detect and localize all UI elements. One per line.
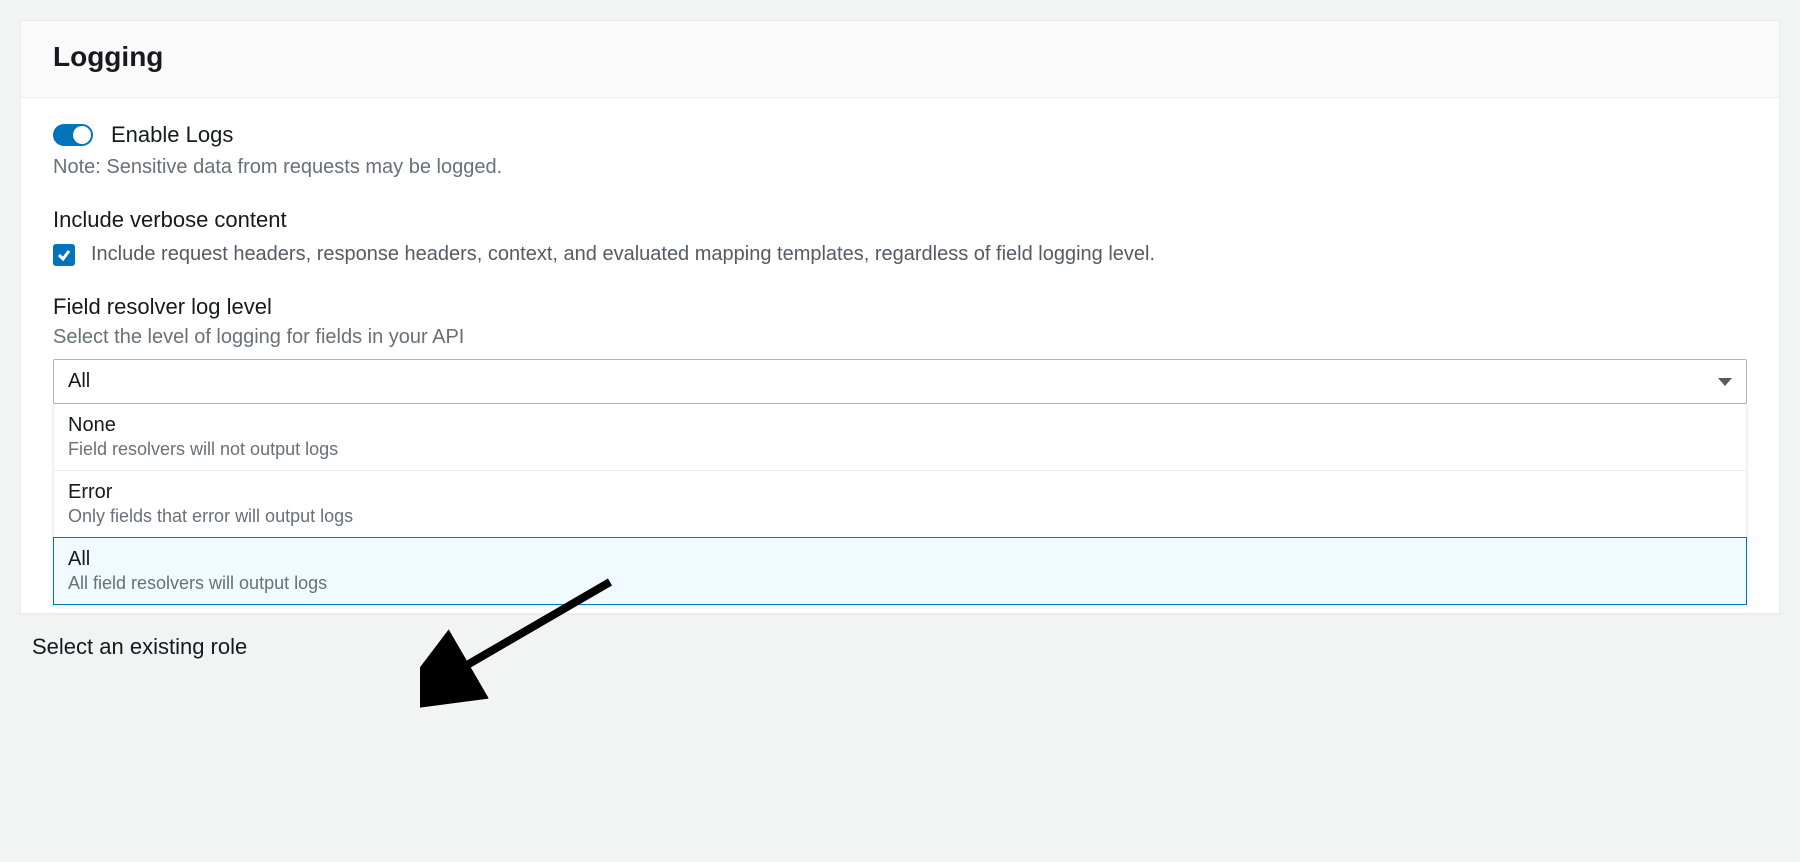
log-level-title: Field resolver log level bbox=[53, 294, 1747, 320]
verbose-title: Include verbose content bbox=[53, 207, 1747, 233]
verbose-section: Include verbose content Include request … bbox=[53, 207, 1747, 266]
caret-down-icon bbox=[1718, 378, 1732, 386]
panel-title: Logging bbox=[53, 41, 1747, 73]
log-level-select[interactable]: All bbox=[53, 359, 1747, 404]
verbose-checkbox-row: Include request headers, response header… bbox=[53, 243, 1747, 266]
option-title: None bbox=[68, 414, 1732, 437]
toggle-knob-icon bbox=[73, 126, 91, 144]
panel-content: Enable Logs Note: Sensitive data from re… bbox=[21, 98, 1779, 613]
option-title: Error bbox=[68, 481, 1732, 504]
enable-logs-toggle[interactable] bbox=[53, 124, 93, 146]
enable-logs-row: Enable Logs bbox=[53, 122, 1747, 148]
log-level-section: Field resolver log level Select the leve… bbox=[53, 294, 1747, 605]
enable-logs-label: Enable Logs bbox=[111, 122, 233, 148]
existing-role-title: Select an existing role bbox=[32, 634, 1800, 660]
logging-panel: Logging Enable Logs Note: Sensitive data… bbox=[20, 20, 1780, 614]
option-desc: All field resolvers will output logs bbox=[68, 573, 1732, 594]
enable-logs-section: Enable Logs Note: Sensitive data from re… bbox=[53, 122, 1747, 179]
option-title: All bbox=[68, 548, 1732, 571]
log-level-option-none[interactable]: None Field resolvers will not output log… bbox=[54, 404, 1746, 471]
log-level-dropdown: None Field resolvers will not output log… bbox=[53, 404, 1747, 605]
option-desc: Only fields that error will output logs bbox=[68, 506, 1732, 527]
verbose-checkbox-label: Include request headers, response header… bbox=[91, 243, 1155, 266]
check-icon bbox=[56, 247, 72, 263]
panel-header: Logging bbox=[21, 21, 1779, 98]
log-level-selected-value: All bbox=[68, 370, 90, 393]
log-level-desc: Select the level of logging for fields i… bbox=[53, 326, 1747, 349]
log-level-option-error[interactable]: Error Only fields that error will output… bbox=[54, 471, 1746, 538]
log-level-option-all[interactable]: All All field resolvers will output logs bbox=[53, 537, 1747, 605]
verbose-checkbox[interactable] bbox=[53, 244, 75, 266]
enable-logs-note: Note: Sensitive data from requests may b… bbox=[53, 156, 1747, 179]
option-desc: Field resolvers will not output logs bbox=[68, 439, 1732, 460]
